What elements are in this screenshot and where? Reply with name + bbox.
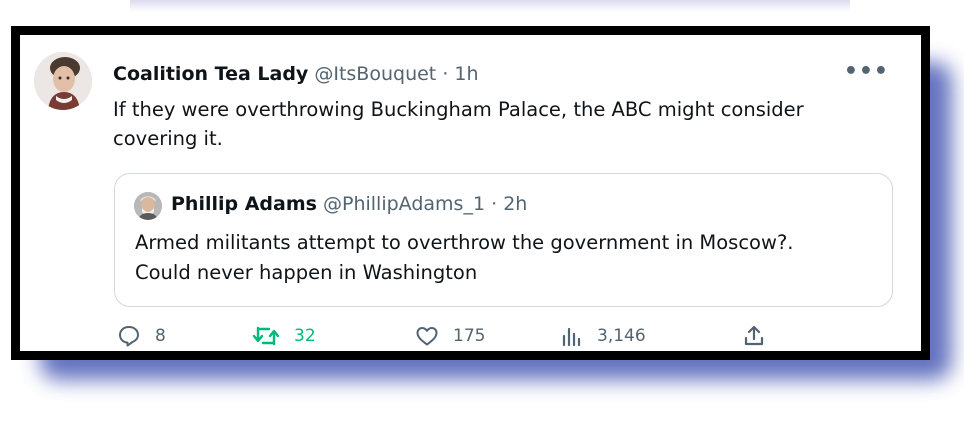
- quoted-avatar[interactable]: [134, 192, 162, 220]
- action-bar: 8 32 175 3,146: [117, 324, 877, 354]
- share-icon: [742, 324, 766, 348]
- retweet-icon: [252, 324, 280, 348]
- author-handle[interactable]: @ItsBouquet: [314, 63, 436, 85]
- tweet-card[interactable]: Coalition Tea Lady @ItsBouquet · 1h ••• …: [11, 26, 930, 360]
- quoted-handle[interactable]: @PhillipAdams_1: [323, 193, 485, 215]
- quoted-tweet[interactable]: Phillip Adams @PhillipAdams_1 · 2h Armed…: [114, 173, 893, 307]
- header-separator: ·: [442, 63, 449, 85]
- tweet-header: Coalition Tea Lady @ItsBouquet · 1h: [113, 63, 479, 85]
- retweet-count: 32: [294, 326, 316, 346]
- author-name[interactable]: Coalition Tea Lady: [113, 63, 308, 85]
- quoted-author-name[interactable]: Phillip Adams: [171, 193, 317, 215]
- avatar-image: [34, 52, 92, 110]
- reply-icon: [117, 324, 141, 348]
- quoted-header: Phillip Adams @PhillipAdams_1 · 2h: [171, 193, 527, 215]
- views-count: 3,146: [597, 326, 646, 346]
- reply-button[interactable]: 8: [117, 324, 166, 348]
- quoted-text-line-1: Armed militants attempt to overthrow the…: [135, 231, 794, 254]
- quoted-text: Armed militants attempt to overthrow the…: [135, 228, 875, 288]
- like-count: 175: [453, 326, 486, 346]
- retweet-button[interactable]: 32: [252, 324, 316, 348]
- views-icon: [561, 324, 583, 348]
- reply-count: 8: [155, 326, 166, 346]
- top-strip: [130, 0, 850, 12]
- heart-icon: [415, 324, 439, 348]
- share-button[interactable]: [742, 324, 766, 348]
- views-button[interactable]: 3,146: [561, 324, 646, 348]
- quoted-avatar-image: [134, 192, 162, 220]
- more-icon[interactable]: •••: [844, 59, 889, 84]
- tweet-time[interactable]: 1h: [454, 63, 478, 85]
- avatar[interactable]: [34, 52, 92, 110]
- quoted-time[interactable]: 2h: [503, 193, 527, 215]
- quoted-text-line-2: Could never happen in Washington: [135, 261, 478, 284]
- like-button[interactable]: 175: [415, 324, 485, 348]
- tweet-text: If they were overthrowing Buckingham Pal…: [113, 98, 804, 150]
- quoted-separator: ·: [491, 193, 498, 215]
